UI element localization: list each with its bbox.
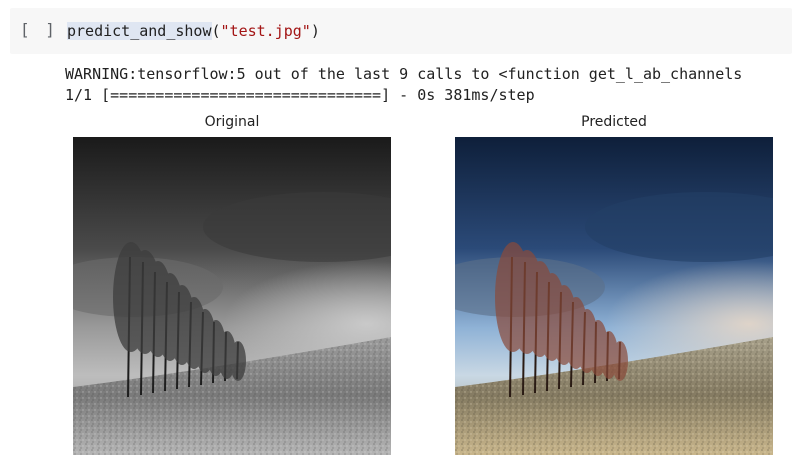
original-image	[73, 137, 391, 455]
notebook-page: [ ] predict_and_show("test.jpg") WARNING…	[0, 0, 792, 475]
original-title: Original	[204, 114, 260, 130]
warning-line: WARNING:tensorflow:5 out of the last 9 c…	[65, 65, 743, 83]
run-cell-button[interactable]: [ ]	[20, 20, 55, 42]
cell-output: WARNING:tensorflow:5 out of the last 9 c…	[65, 64, 787, 106]
progress-line: 1/1 [==============================] - 0…	[65, 86, 535, 104]
predicted-image	[455, 137, 773, 455]
close-paren: )	[310, 22, 320, 40]
code-line[interactable]: predict_and_show("test.jpg")	[67, 20, 320, 42]
code-cell[interactable]: [ ] predict_and_show("test.jpg")	[10, 8, 792, 54]
predicted-title: Predicted	[581, 114, 647, 130]
open-paren: (	[211, 22, 221, 40]
string-argument: "test.jpg"	[220, 22, 311, 40]
function-name: predict_and_show	[67, 22, 212, 40]
